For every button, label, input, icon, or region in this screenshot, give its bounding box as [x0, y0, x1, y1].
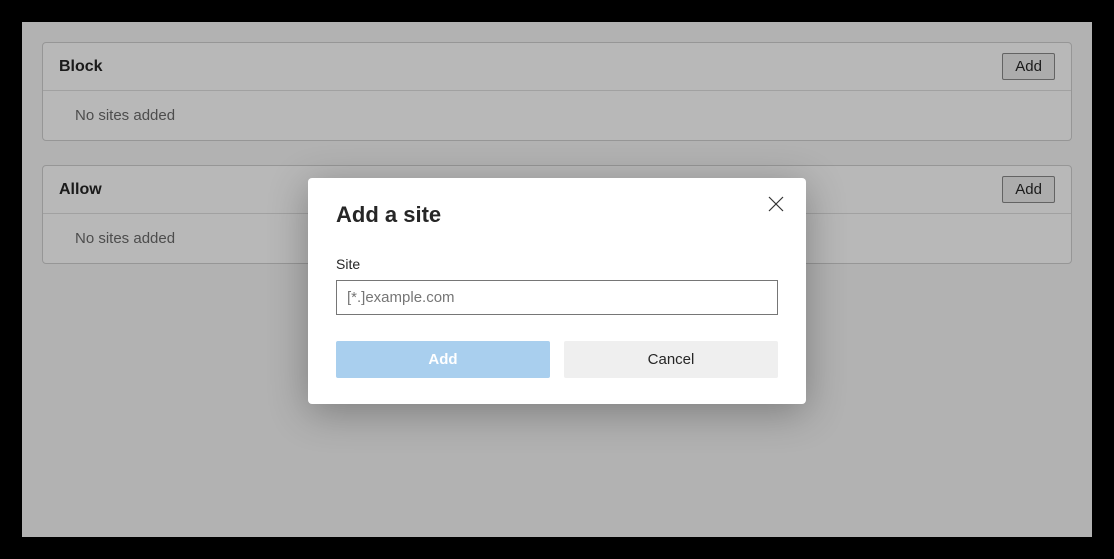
close-icon — [768, 196, 784, 212]
add-site-dialog: Add a site Site Add Cancel — [308, 178, 806, 404]
dialog-add-button[interactable]: Add — [336, 341, 550, 378]
close-button[interactable] — [764, 192, 788, 216]
site-field-label: Site — [336, 256, 778, 272]
site-input[interactable] — [336, 280, 778, 315]
dialog-cancel-button[interactable]: Cancel — [564, 341, 778, 378]
dialog-button-row: Add Cancel — [336, 341, 778, 378]
dialog-title: Add a site — [336, 202, 778, 228]
